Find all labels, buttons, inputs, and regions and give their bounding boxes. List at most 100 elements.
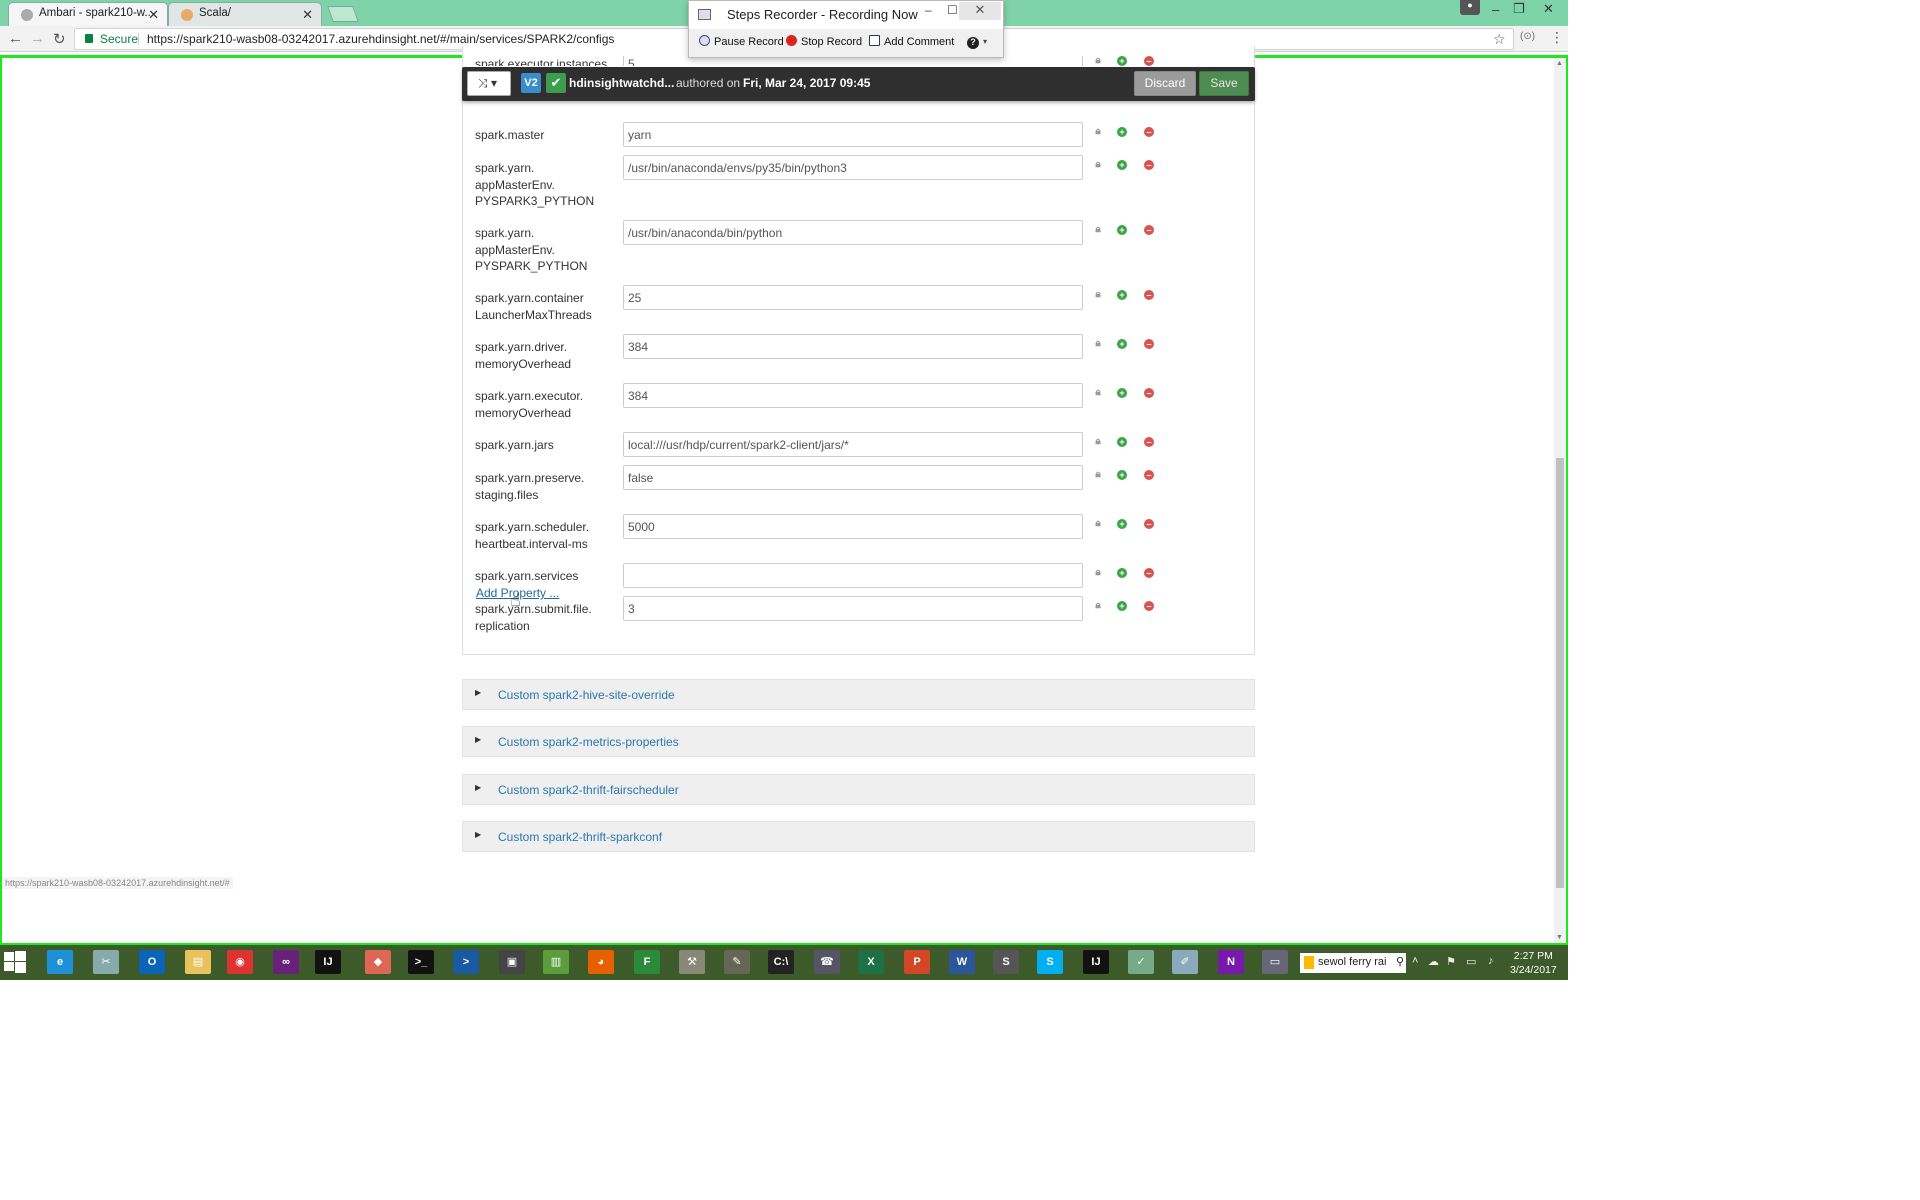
discard-button[interactable]: Discard	[1134, 71, 1196, 96]
scroll-up-icon[interactable]: ▲	[1556, 60, 1563, 67]
lock-icon[interactable]: 🔒︎	[1093, 225, 1103, 235]
scrollbar[interactable]: ▲ ▼	[1554, 58, 1566, 943]
section-title[interactable]: Custom spark2-hive-site-override	[498, 688, 675, 702]
property-value-input[interactable]	[623, 465, 1083, 490]
ie-icon[interactable]: e	[47, 950, 73, 974]
version-switch-dropdown[interactable]: ⤨ ▾	[467, 71, 511, 96]
git-icon[interactable]: ◆	[365, 950, 391, 974]
close-icon[interactable]: ✕	[302, 7, 313, 23]
property-value-input[interactable]	[623, 514, 1083, 539]
property-value-input[interactable]	[623, 432, 1083, 457]
remove-icon[interactable]: –	[1144, 225, 1154, 235]
outlook-icon[interactable]: O	[139, 950, 165, 974]
remove-icon[interactable]: –	[1144, 339, 1154, 349]
tray-expand-icon[interactable]: ˄	[1412, 955, 1418, 967]
property-value-input[interactable]	[623, 122, 1083, 147]
new-tab-button[interactable]	[327, 6, 359, 22]
notepad-icon[interactable]: ✐	[1172, 950, 1198, 974]
custom-section-header[interactable]: ▶ Custom spark2-metrics-properties	[462, 726, 1255, 757]
file-explorer-icon[interactable]: ▤	[185, 950, 211, 974]
back-icon[interactable]: ←	[8, 30, 23, 47]
lock-icon[interactable]: 🔒︎	[1093, 568, 1103, 578]
custom-section-header[interactable]: ▶ Custom spark2-thrift-sparkconf	[462, 821, 1255, 852]
restore-icon[interactable]: ❐	[1513, 1, 1525, 21]
remove-icon[interactable]: –	[1144, 437, 1154, 447]
lock-icon[interactable]: 🔒︎	[1093, 519, 1103, 529]
section-title[interactable]: Custom spark2-thrift-sparkconf	[498, 830, 662, 844]
remove-icon[interactable]: –	[1144, 56, 1154, 66]
help-button[interactable]: ? ▾	[967, 35, 987, 49]
chrome-icon[interactable]: ◉	[227, 950, 253, 974]
lock-icon[interactable]: 🔒︎	[1093, 127, 1103, 137]
section-title[interactable]: Custom spark2-metrics-properties	[498, 735, 679, 749]
lock-icon[interactable]: 🔒︎	[1093, 437, 1103, 447]
remove-icon[interactable]: –	[1144, 519, 1154, 529]
remove-icon[interactable]: –	[1144, 470, 1154, 480]
phone-icon[interactable]: ☎	[814, 950, 840, 974]
add-override-icon[interactable]: +	[1117, 470, 1127, 480]
skype-icon[interactable]: S	[1037, 950, 1063, 974]
bing-search-box[interactable]: sewol ferry rai ⚲	[1300, 953, 1406, 973]
excel-icon[interactable]: X	[858, 950, 884, 974]
lock-icon[interactable]: 🔒︎	[1093, 601, 1103, 611]
intellij-icon[interactable]: IJ	[315, 950, 341, 974]
flag-icon[interactable]: ⚑	[1446, 955, 1456, 968]
volume-icon[interactable]: ♪	[1488, 955, 1494, 967]
minimize-icon[interactable]: –	[1492, 2, 1499, 22]
property-value-input[interactable]	[623, 334, 1083, 359]
lock-icon[interactable]: 🔒︎	[1093, 290, 1103, 300]
lock-icon[interactable]: 🔒︎	[1093, 388, 1103, 398]
windows-start-icon[interactable]	[4, 951, 26, 973]
caret-right-icon[interactable]: ▶	[475, 783, 481, 792]
remove-icon[interactable]: –	[1144, 160, 1154, 170]
app-f-icon[interactable]: F	[634, 950, 660, 974]
custom-section-header[interactable]: ▶ Custom spark2-hive-site-override	[462, 679, 1255, 710]
powershell-icon[interactable]: >	[453, 950, 479, 974]
remove-icon[interactable]: –	[1144, 127, 1154, 137]
onedrive-icon[interactable]: ☁	[1428, 955, 1439, 968]
maximize-icon[interactable]: ☐	[947, 3, 958, 17]
lock-icon[interactable]: 🔒︎	[1093, 56, 1103, 66]
add-override-icon[interactable]: +	[1117, 225, 1127, 235]
bookmark-star-icon[interactable]: ☆	[1493, 29, 1506, 49]
add-override-icon[interactable]: +	[1117, 388, 1127, 398]
add-override-icon[interactable]: +	[1117, 568, 1127, 578]
tab-ambari[interactable]: Ambari - spark210-w... ✕	[8, 2, 168, 26]
snipping-tool-icon[interactable]: ✂	[93, 950, 119, 974]
intellij-icon-2[interactable]: IJ	[1083, 950, 1109, 974]
sublime-icon[interactable]: S	[993, 950, 1019, 974]
visual-studio-icon[interactable]: ∞	[273, 950, 299, 974]
remove-icon[interactable]: –	[1144, 290, 1154, 300]
extension-icon[interactable]: (⊙)	[1520, 31, 1535, 42]
reload-icon[interactable]: ↻	[53, 30, 66, 48]
property-value-input[interactable]	[623, 563, 1083, 588]
caret-right-icon[interactable]: ▶	[475, 830, 481, 839]
scroll-down-icon[interactable]: ▼	[1556, 934, 1563, 941]
app-icon[interactable]: ✓	[1128, 950, 1154, 974]
lock-icon[interactable]: 🔒︎	[1093, 160, 1103, 170]
add-override-icon[interactable]: +	[1117, 601, 1127, 611]
search-icon[interactable]: ⚲	[1396, 955, 1404, 968]
lock-icon[interactable]: 🔒︎	[1093, 339, 1103, 349]
remove-icon[interactable]: –	[1144, 388, 1154, 398]
terminal-icon[interactable]: ▣	[499, 950, 525, 974]
add-override-icon[interactable]: +	[1117, 160, 1127, 170]
firefox-icon[interactable]: ◕	[588, 950, 614, 974]
steps-recorder-taskbar-icon[interactable]: ▭	[1262, 950, 1288, 974]
property-value-input[interactable]	[623, 220, 1083, 245]
property-value-input[interactable]	[623, 596, 1083, 621]
add-override-icon[interactable]: +	[1117, 290, 1127, 300]
minimize-icon[interactable]: –	[925, 3, 932, 17]
tool-icon[interactable]: ⚒	[679, 950, 705, 974]
search-text[interactable]: sewol ferry rai	[1318, 956, 1386, 968]
remove-icon[interactable]: –	[1144, 568, 1154, 578]
add-override-icon[interactable]: +	[1117, 519, 1127, 529]
caret-right-icon[interactable]: ▶	[475, 735, 481, 744]
property-value-input[interactable]	[623, 383, 1083, 408]
onenote-icon[interactable]: N	[1218, 950, 1244, 974]
close-icon[interactable]: ✕	[148, 7, 159, 23]
add-override-icon[interactable]: +	[1117, 56, 1127, 66]
cmd-icon-2[interactable]: C:\	[768, 950, 794, 974]
custom-section-header[interactable]: ▶ Custom spark2-thrift-fairscheduler	[462, 774, 1255, 805]
pause-record-button[interactable]: Pause Record	[699, 35, 784, 48]
